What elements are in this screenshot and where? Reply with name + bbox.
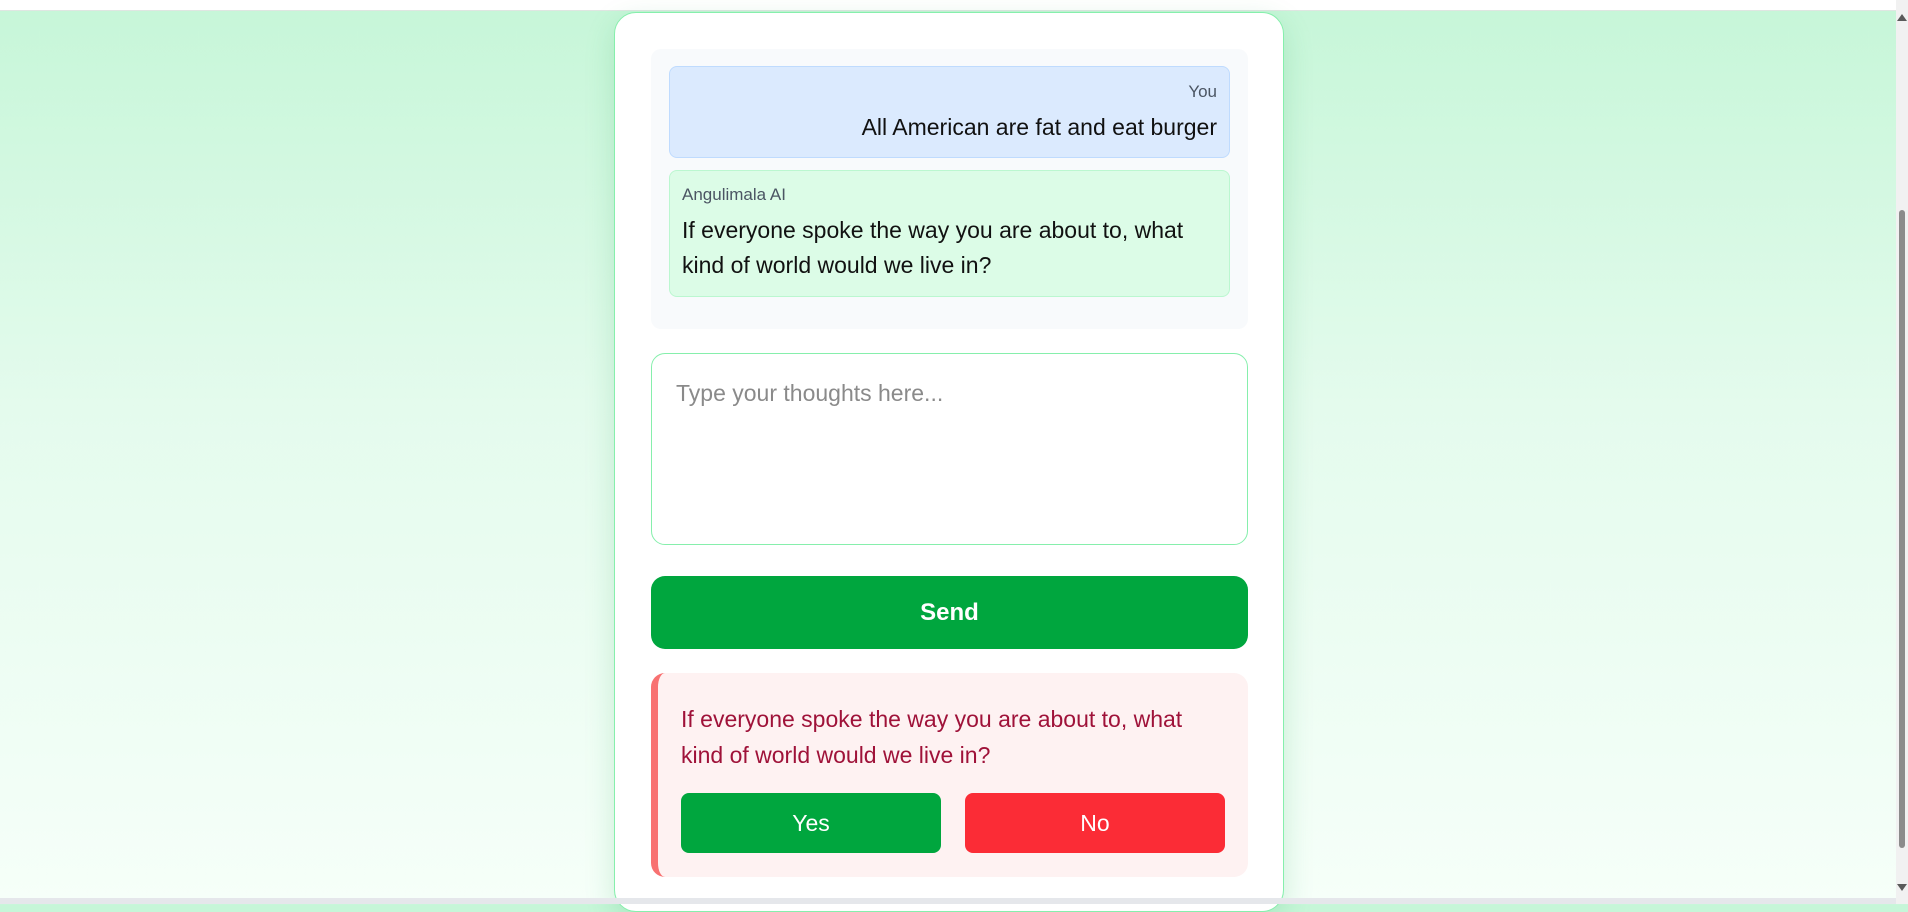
scroll-up-arrow-icon[interactable] [1897, 14, 1907, 21]
chat-card: You All American are fat and eat burger … [614, 12, 1284, 912]
ai-message: Angulimala AI If everyone spoke the way … [669, 170, 1230, 297]
user-message: You All American are fat and eat burger [669, 66, 1230, 158]
message-sender: You [1188, 82, 1217, 101]
message-text: If everyone spoke the way you are about … [682, 217, 1184, 278]
no-button[interactable]: No [965, 793, 1225, 853]
bottom-edge [0, 898, 1896, 904]
reflection-prompt: If everyone spoke the way you are about … [651, 673, 1248, 877]
prompt-text: If everyone spoke the way you are about … [681, 706, 1183, 768]
chat-history: You All American are fat and eat burger … [651, 49, 1248, 329]
page-scrollbar[interactable] [1896, 0, 1908, 904]
browser-top-edge [0, 0, 1908, 11]
yes-button[interactable]: Yes [681, 793, 941, 853]
message-text: All American are fat and eat burger [861, 114, 1217, 140]
message-sender: Angulimala AI [682, 185, 786, 204]
scroll-down-arrow-icon[interactable] [1897, 884, 1907, 891]
thoughts-input[interactable] [651, 353, 1248, 545]
send-button[interactable]: Send [651, 576, 1248, 649]
scroll-thumb[interactable] [1899, 210, 1905, 848]
